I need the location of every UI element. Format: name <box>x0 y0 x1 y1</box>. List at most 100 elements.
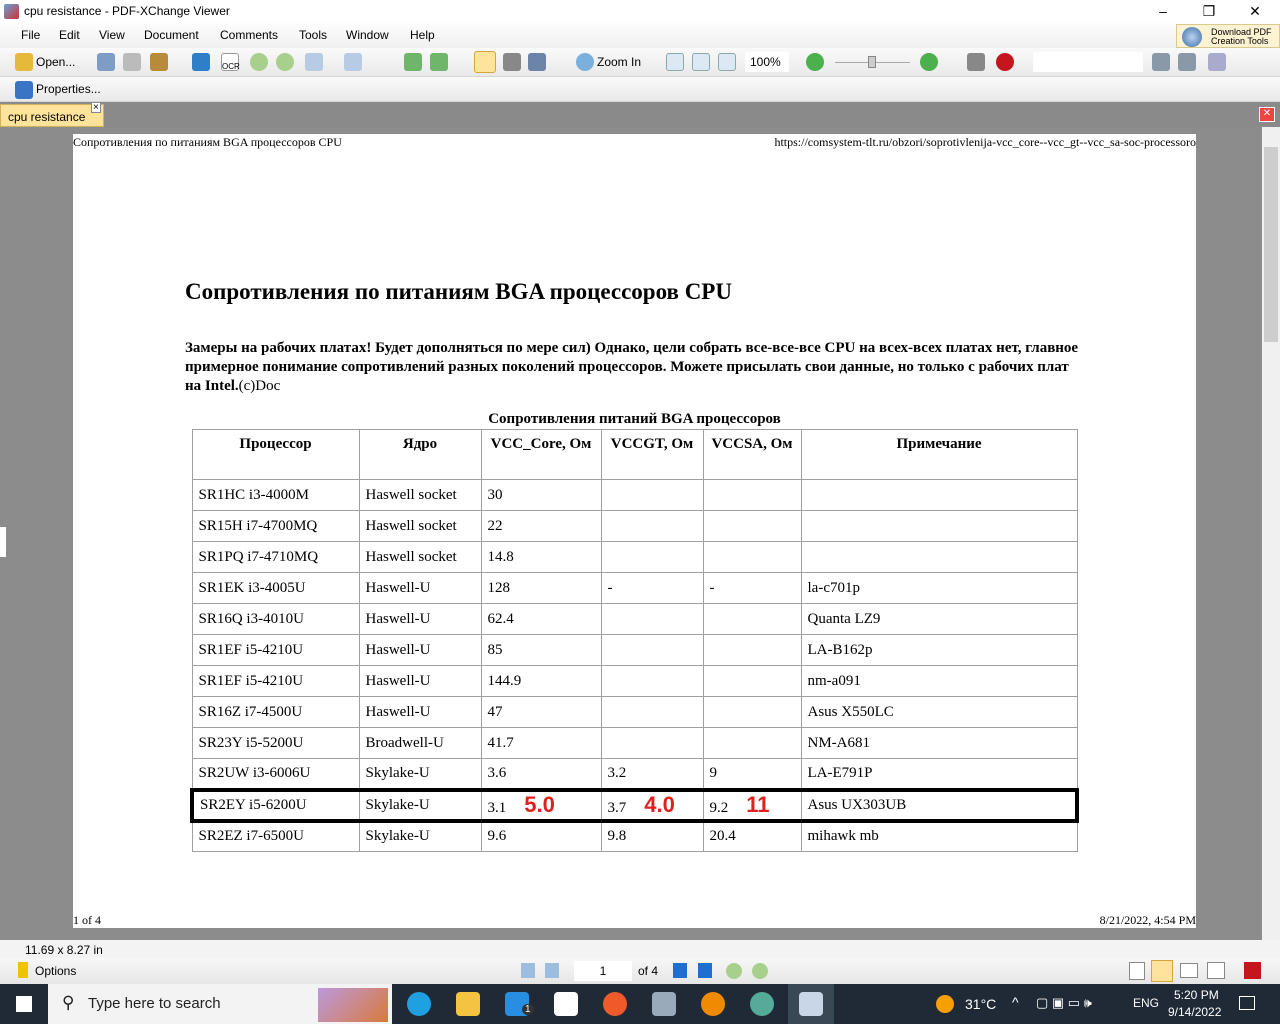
fit-width-icon[interactable] <box>718 53 736 71</box>
tray-chevron-icon[interactable]: ^ <box>1012 994 1019 1010</box>
table-cell: 62.4 <box>480 603 602 635</box>
facing-page-icon[interactable] <box>1180 963 1198 978</box>
tab-cpu-resistance[interactable]: cpu resistance × <box>0 102 104 127</box>
minimize-button[interactable]: – <box>1140 0 1186 23</box>
horizontal-scrollbar[interactable] <box>120 941 1260 957</box>
table-cell: 47 <box>480 696 602 728</box>
network-app-icon[interactable] <box>652 992 676 1016</box>
zoom-out-icon[interactable] <box>806 53 824 71</box>
undo-icon[interactable] <box>305 53 323 71</box>
continuous-facing-icon[interactable] <box>1207 962 1225 979</box>
cell-value: 14.8 <box>487 548 514 565</box>
handwritten-annotation: 4.0 <box>644 792 675 817</box>
zoom-in-button[interactable]: Zoom In <box>597 55 641 69</box>
table-cell: LA-B162p <box>800 634 1078 666</box>
table-row: SR1EF i5-4210U Haswell-U 85 LA-B162p <box>191 634 1078 666</box>
cell-value: SR1HC i3-4000M <box>198 486 309 503</box>
find-icon[interactable] <box>967 53 985 71</box>
table-cell: SR16Z i7-4500U <box>191 696 360 728</box>
continuous-page-icon[interactable] <box>1151 960 1173 982</box>
menu-window[interactable]: Window <box>346 28 389 42</box>
menu-comments[interactable]: Comments <box>220 28 278 42</box>
open-button[interactable]: Open... <box>36 55 75 69</box>
page-number-input[interactable]: 1 <box>574 961 632 981</box>
print-icon[interactable] <box>123 53 141 71</box>
save-icon[interactable] <box>97 53 115 71</box>
table-cell: 3.2 <box>600 758 704 790</box>
search-next-icon[interactable] <box>1178 53 1196 71</box>
search-prev-icon[interactable] <box>1152 53 1170 71</box>
table-cell <box>800 510 1078 542</box>
history-forward-icon[interactable] <box>752 963 768 979</box>
export-icon[interactable] <box>192 53 210 71</box>
options-button[interactable]: Options <box>35 964 76 978</box>
adobe-pdf-icon[interactable] <box>1244 962 1261 979</box>
menu-file[interactable]: File <box>21 28 40 42</box>
search-input[interactable] <box>1033 52 1143 72</box>
back-icon[interactable] <box>250 53 268 71</box>
filter-icon[interactable] <box>1208 53 1226 71</box>
text-select-icon[interactable] <box>528 53 546 71</box>
vertical-scrollbar[interactable] <box>1262 127 1280 940</box>
last-page-icon[interactable] <box>698 963 712 978</box>
close-button[interactable]: ✕ <box>1232 0 1278 23</box>
table-cell: NM-A681 <box>800 727 1078 759</box>
language-indicator[interactable]: ENG <box>1133 996 1159 1010</box>
menu-help[interactable]: Help <box>410 28 435 42</box>
start-button[interactable] <box>16 996 32 1012</box>
properties-button[interactable]: Properties... <box>36 82 101 96</box>
tab-close-button[interactable]: × <box>91 102 101 113</box>
cell-value: SR1EF i5-4210U <box>198 641 304 658</box>
actual-size-icon[interactable] <box>666 53 684 71</box>
pdf-xchange-taskbar-button[interactable] <box>788 984 834 1024</box>
menu-tools[interactable]: Tools <box>299 28 327 42</box>
table-cell <box>800 541 1078 573</box>
fit-page-icon[interactable] <box>692 53 710 71</box>
table-cell <box>702 727 802 759</box>
menu-edit[interactable]: Edit <box>59 28 80 42</box>
ask-icon[interactable] <box>996 53 1014 71</box>
first-page-icon[interactable] <box>521 963 535 978</box>
email-icon[interactable] <box>150 53 168 71</box>
firefox-icon[interactable] <box>603 992 627 1016</box>
store-icon[interactable] <box>554 992 578 1016</box>
rotate-left-icon[interactable] <box>404 53 422 71</box>
clock-time[interactable]: 5:20 PM <box>1174 988 1219 1002</box>
ocr-button[interactable]: OCR <box>221 53 240 71</box>
zoom-level-input[interactable]: 100% <box>745 52 789 72</box>
table-cell: Haswell-U <box>358 572 482 604</box>
zoom-slider-thumb[interactable] <box>868 56 876 68</box>
cell-value: 9 <box>709 764 718 781</box>
tray-icons[interactable]: ▢ ▣ ▭ 🕪 <box>1036 995 1092 1011</box>
menu-document[interactable]: Document <box>144 28 199 42</box>
zoom-in-plus-icon[interactable] <box>920 53 938 71</box>
scrollbar-thumb[interactable] <box>1264 147 1278 342</box>
edge-icon[interactable] <box>407 992 431 1016</box>
file-explorer-icon[interactable] <box>456 992 480 1016</box>
next-page-icon[interactable] <box>673 963 687 978</box>
close-all-icon[interactable]: ✕ <box>1259 107 1275 122</box>
download-manager-icon[interactable] <box>750 992 774 1016</box>
menu-view[interactable]: View <box>99 28 125 42</box>
snapshot-icon[interactable] <box>503 53 521 71</box>
side-panel-handle[interactable] <box>0 527 6 557</box>
hand-tool-icon[interactable] <box>474 51 496 73</box>
single-page-icon[interactable] <box>1129 962 1145 980</box>
history-back-icon[interactable] <box>726 963 742 979</box>
cell-value: Asus X550LC <box>807 703 894 720</box>
cell-value: LA-E791P <box>807 764 873 781</box>
notifications-icon[interactable] <box>1239 996 1255 1010</box>
restore-button[interactable]: ❐ <box>1186 0 1232 23</box>
prev-page-icon[interactable] <box>545 963 559 978</box>
tab-strip: ✕ <box>0 102 1280 127</box>
download-pdf-tools-button[interactable]: Download PDF Creation Tools <box>1176 24 1280 48</box>
page-size: 11.69 x 8.27 in <box>25 943 103 957</box>
redo-icon[interactable] <box>344 53 362 71</box>
forward-icon[interactable] <box>276 53 294 71</box>
taskbar-search[interactable]: ⚲ Type here to search <box>48 984 392 1024</box>
table-cell <box>600 696 704 728</box>
rotate-right-icon[interactable] <box>430 53 448 71</box>
weather-temp[interactable]: 31°C <box>965 996 996 1012</box>
search-app-icon[interactable] <box>701 992 725 1016</box>
clock-date[interactable]: 9/14/2022 <box>1168 1005 1221 1019</box>
